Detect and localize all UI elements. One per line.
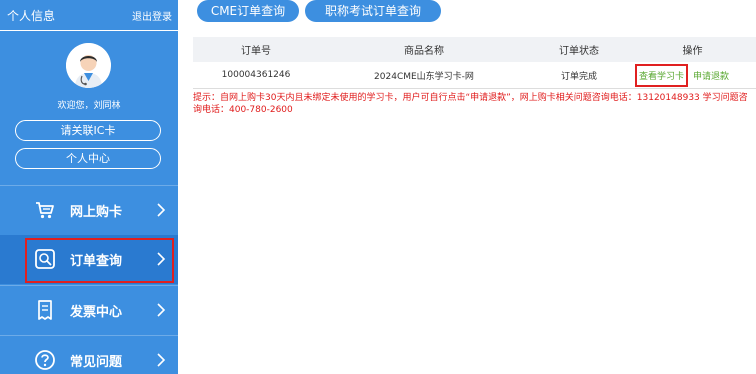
- chevron-right-icon: [157, 203, 166, 217]
- chevron-right-icon: [157, 252, 166, 266]
- sidebar-item-buy-card[interactable]: 网上购卡: [0, 185, 178, 234]
- sidebar-title: 个人信息: [7, 8, 56, 23]
- sidebar-item-label: 常见问题: [70, 355, 123, 370]
- table-header: 订单号 商品名称 订单状态 操作: [193, 37, 756, 62]
- question-icon: [35, 350, 55, 370]
- doctor-avatar-icon: [66, 43, 111, 88]
- tab-cme-order-query[interactable]: CME订单查询: [197, 0, 299, 22]
- personal-center-button[interactable]: 个人中心: [15, 148, 161, 169]
- header-product-name: 商品名称: [404, 46, 444, 57]
- sidebar-item-label: 订单查询: [70, 254, 123, 269]
- chevron-right-icon: [157, 353, 166, 367]
- actions-cell: 查看学习卡 申请退款: [629, 62, 756, 88]
- product-name: 2024CME山东学习卡-网: [374, 71, 474, 82]
- chevron-right-icon: [157, 303, 166, 317]
- header-order-status: 订单状态: [559, 46, 599, 57]
- sidebar-item-label: 网上购卡: [70, 205, 123, 220]
- view-study-card-link[interactable]: 查看学习卡: [635, 63, 689, 87]
- order-number: 100004361246: [221, 70, 291, 80]
- table-row: 100004361246 2024CME山东学习卡-网 订单完成 查看学习卡 申…: [193, 62, 756, 89]
- order-status: 订单完成: [560, 71, 597, 82]
- sidebar-item-invoice-center[interactable]: 发票中心: [0, 285, 178, 334]
- cart-icon: [36, 202, 54, 219]
- refund-tip: 提示：自网上购卡30天内且未绑定未使用的学习卡，用户可自行点击“申请退款”，网上…: [193, 93, 748, 115]
- logout-link[interactable]: 退出登录: [132, 8, 172, 23]
- invoice-icon: [38, 300, 52, 320]
- avatar: [66, 43, 111, 88]
- sidebar-item-order-query[interactable]: 订单查询: [0, 235, 178, 284]
- tab-title-exam-order-query[interactable]: 职称考试订单查询: [305, 0, 441, 22]
- order-table: 订单号 商品名称 订单状态 操作 100004361246 2024CME山东学…: [193, 37, 756, 89]
- header-actions: 操作: [682, 46, 703, 57]
- sidebar-header: 个人信息 退出登录: [0, 0, 178, 31]
- sidebar: 个人信息 退出登录 欢迎您，刘同林 请关联IC卡 个人中心 网上购卡 订单查询 …: [0, 0, 178, 374]
- link-ic-card-button[interactable]: 请关联IC卡: [15, 120, 161, 141]
- search-order-icon: [35, 249, 55, 269]
- welcome-text: 欢迎您，刘同林: [57, 101, 121, 111]
- sidebar-item-faq[interactable]: 常见问题: [0, 335, 178, 374]
- sidebar-item-label: 发票中心: [70, 305, 123, 320]
- apply-refund-link[interactable]: 申请退款: [693, 69, 729, 82]
- header-order-no: 订单号: [241, 46, 271, 57]
